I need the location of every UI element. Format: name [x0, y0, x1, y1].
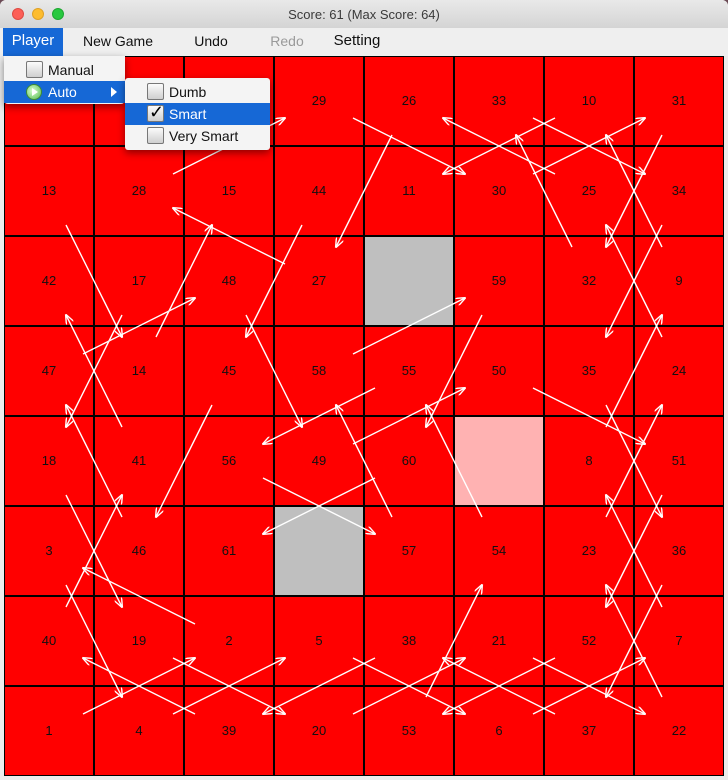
auto-submenu: Dumb ✓ Smart Very Smart — [125, 78, 270, 150]
new-game-menu[interactable]: New Game — [80, 28, 156, 56]
board-cell[interactable]: 46 — [94, 506, 184, 596]
board-cell[interactable]: 59 — [454, 236, 544, 326]
board-cell[interactable]: 52 — [544, 596, 634, 686]
window-title: Score: 61 (Max Score: 64) — [288, 7, 440, 22]
board-cell[interactable]: 60 — [364, 416, 454, 506]
dumb-checkbox-icon — [147, 83, 164, 100]
board-cell[interactable]: 29 — [274, 56, 364, 146]
board-cell[interactable]: 50 — [454, 326, 544, 416]
board-cell[interactable]: 6 — [454, 686, 544, 776]
board-cell[interactable]: 34 — [634, 146, 724, 236]
board-cell[interactable]: 21 — [454, 596, 544, 686]
chevron-right-icon — [111, 87, 117, 97]
board-cell[interactable]: 8 — [544, 416, 634, 506]
board-cell[interactable]: 22 — [634, 686, 724, 776]
very-smart-label: Very Smart — [169, 128, 239, 144]
setting-menu[interactable]: Setting — [327, 28, 387, 56]
board-cell[interactable]: 31 — [634, 56, 724, 146]
manual-checkbox-icon — [26, 61, 43, 78]
board-cell[interactable]: 15 — [184, 146, 274, 236]
board-cell[interactable]: 41 — [94, 416, 184, 506]
board-cell[interactable]: 18 — [4, 416, 94, 506]
board-cell[interactable]: 9 — [634, 236, 724, 326]
board-cell[interactable]: 11 — [364, 146, 454, 236]
board-cell[interactable]: 25 — [544, 146, 634, 236]
board-cell[interactable]: 28 — [94, 146, 184, 236]
board-cell[interactable]: 26 — [364, 56, 454, 146]
board-cell[interactable]: 23 — [544, 506, 634, 596]
board-cell[interactable]: 14 — [94, 326, 184, 416]
board-cell[interactable]: 48 — [184, 236, 274, 326]
game-board: 29 26 33 10 31 13 28 15 44 11 30 25 34 42 17 48 27 59 32 9 4… — [4, 56, 724, 776]
dumb-menu-item[interactable]: Dumb — [125, 81, 270, 103]
board-cell[interactable]: 61 — [184, 506, 274, 596]
board-cell[interactable]: 49 — [274, 416, 364, 506]
board-cell[interactable]: 30 — [454, 146, 544, 236]
board-cell[interactable]: 36 — [634, 506, 724, 596]
dumb-label: Dumb — [169, 84, 207, 100]
title-bar: Score: 61 (Max Score: 64) — [0, 0, 728, 29]
board-cell[interactable]: 10 — [544, 56, 634, 146]
smart-label: Smart — [169, 106, 207, 122]
game-window: Score: 61 (Max Score: 64) Player New Gam… — [0, 0, 728, 780]
board-cell[interactable]: 32 — [544, 236, 634, 326]
board-cell[interactable]: 55 — [364, 326, 454, 416]
board-cell[interactable]: 5 — [274, 596, 364, 686]
board-cell[interactable]: 56 — [184, 416, 274, 506]
board-cell[interactable]: 45 — [184, 326, 274, 416]
smart-menu-item[interactable]: ✓ Smart — [125, 102, 270, 125]
board-cell[interactable]: 4 — [94, 686, 184, 776]
manual-label: Manual — [48, 62, 94, 78]
board-cell[interactable]: 53 — [364, 686, 454, 776]
board-cell[interactable]: 47 — [4, 326, 94, 416]
auto-menu-item[interactable]: Auto — [4, 81, 125, 103]
manual-menu-item[interactable]: Manual — [4, 59, 125, 81]
redo-menu: Redo — [270, 33, 304, 49]
board-cell[interactable]: 40 — [4, 596, 94, 686]
board-cell[interactable]: 35 — [544, 326, 634, 416]
board-cell[interactable]: 20 — [274, 686, 364, 776]
very-smart-checkbox-icon — [147, 127, 164, 144]
play-circle-icon — [26, 84, 42, 100]
board-cell[interactable]: 19 — [94, 596, 184, 686]
board-cell[interactable]: 17 — [94, 236, 184, 326]
board-cell[interactable]: 24 — [634, 326, 724, 416]
player-dropdown-menu: Manual Auto — [4, 56, 125, 104]
board-cell[interactable]: 13 — [4, 146, 94, 236]
board-cell[interactable]: 1 — [4, 686, 94, 776]
auto-label: Auto — [48, 84, 77, 100]
board-cell[interactable]: 44 — [274, 146, 364, 236]
smart-checkbox-icon: ✓ — [147, 102, 165, 122]
board-cell[interactable]: 3 — [4, 506, 94, 596]
board-cell[interactable]: 37 — [544, 686, 634, 776]
menu-bar: Player New Game Undo Redo Setting — [0, 28, 728, 56]
board-cell[interactable]: 57 — [364, 506, 454, 596]
checkmark-icon: ✓ — [149, 102, 165, 122]
board-cell[interactable]: 51 — [634, 416, 724, 506]
board-cell[interactable]: 39 — [184, 686, 274, 776]
board-cell[interactable] — [274, 506, 364, 596]
board-cell[interactable]: 7 — [634, 596, 724, 686]
board-cell[interactable]: 58 — [274, 326, 364, 416]
board-cell[interactable]: 38 — [364, 596, 454, 686]
player-menu[interactable]: Player — [3, 28, 63, 56]
undo-menu[interactable]: Undo — [190, 28, 232, 56]
board-cell[interactable] — [364, 236, 454, 326]
board-cell[interactable]: 42 — [4, 236, 94, 326]
board-cell[interactable]: 33 — [454, 56, 544, 146]
board-cell[interactable] — [454, 416, 544, 506]
board-cell[interactable]: 54 — [454, 506, 544, 596]
board-cell[interactable]: 2 — [184, 596, 274, 686]
board-cell[interactable]: 27 — [274, 236, 364, 326]
very-smart-menu-item[interactable]: Very Smart — [125, 125, 270, 147]
